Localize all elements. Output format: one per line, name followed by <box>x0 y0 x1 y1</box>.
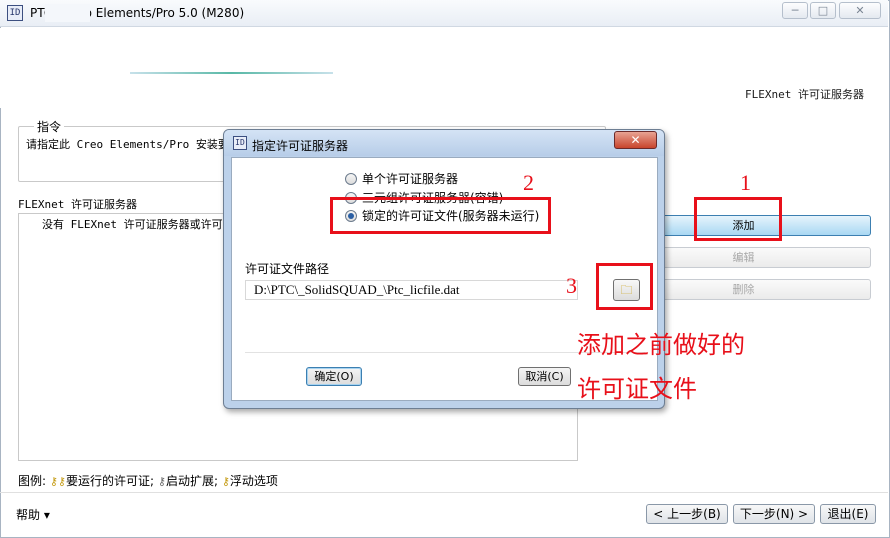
footer-separator <box>0 492 888 493</box>
annotation-number-1: 1 <box>740 170 751 195</box>
close-button[interactable]: ✕ <box>839 2 881 19</box>
radio-label: 单个许可证服务器 <box>362 172 459 186</box>
legend: 图例: ⚷⚷要运行的许可证; ⚷启动扩展; ⚷浮动选项 <box>18 472 278 489</box>
ok-button[interactable]: 确定(O) <box>306 367 362 386</box>
annotation-box-browse <box>596 263 653 310</box>
license-path-input[interactable]: D:\PTC\_SolidSQUAD_\Ptc_licfile.dat <box>245 280 578 300</box>
legend-floating-option: 浮动选项 <box>229 474 278 488</box>
key-icon: ⚷ <box>221 475 230 488</box>
annotation-box-add <box>694 197 782 241</box>
annotation-note-line-1: 添加之前做好的 <box>577 331 745 359</box>
annotation-number-2: 2 <box>523 170 534 195</box>
maximize-button[interactable]: □ <box>810 2 836 19</box>
annotation-note-line-2: 许可证文件 <box>577 375 697 403</box>
legend-running-license: 要运行的许可证; <box>66 474 155 488</box>
exit-button[interactable]: 退出(E) <box>820 504 876 524</box>
app-icon: ID <box>7 5 23 21</box>
instructions-title: 指令 <box>34 118 65 135</box>
annotation-number-3: 3 <box>566 273 577 298</box>
legend-startup-extension: 启动扩展; <box>165 474 218 488</box>
radio-single-server[interactable]: 单个许可证服务器 <box>345 170 458 187</box>
server-list-label: FLEXnet 许可证服务器 <box>18 198 137 211</box>
prev-button[interactable]: < 上一步(B) <box>646 504 728 524</box>
key-outline-icon: ⚷ <box>157 475 166 488</box>
help-menu[interactable]: 帮助 ▾ <box>16 506 50 523</box>
double-key-icon: ⚷⚷ <box>49 475 66 488</box>
annotation-box-locked-file <box>330 197 551 234</box>
section-title: FLEXnet 许可证服务器 <box>745 88 864 101</box>
radio-icon[interactable] <box>345 173 357 185</box>
dialog-icon: ID <box>233 136 247 150</box>
dialog-title: 指定许可证服务器 <box>252 139 349 153</box>
logo-redaction <box>16 30 91 56</box>
legend-prefix: 图例: <box>18 474 47 488</box>
header-accent-line <box>130 72 333 74</box>
minimize-button[interactable]: ─ <box>782 2 808 19</box>
license-path-label: 许可证文件路径 <box>245 262 330 276</box>
cancel-button[interactable]: 取消(C) <box>518 367 571 386</box>
title-redaction <box>45 4 90 22</box>
next-button[interactable]: 下一步(N) > <box>733 504 815 524</box>
dialog-close-button[interactable]: ✕ <box>614 131 657 149</box>
